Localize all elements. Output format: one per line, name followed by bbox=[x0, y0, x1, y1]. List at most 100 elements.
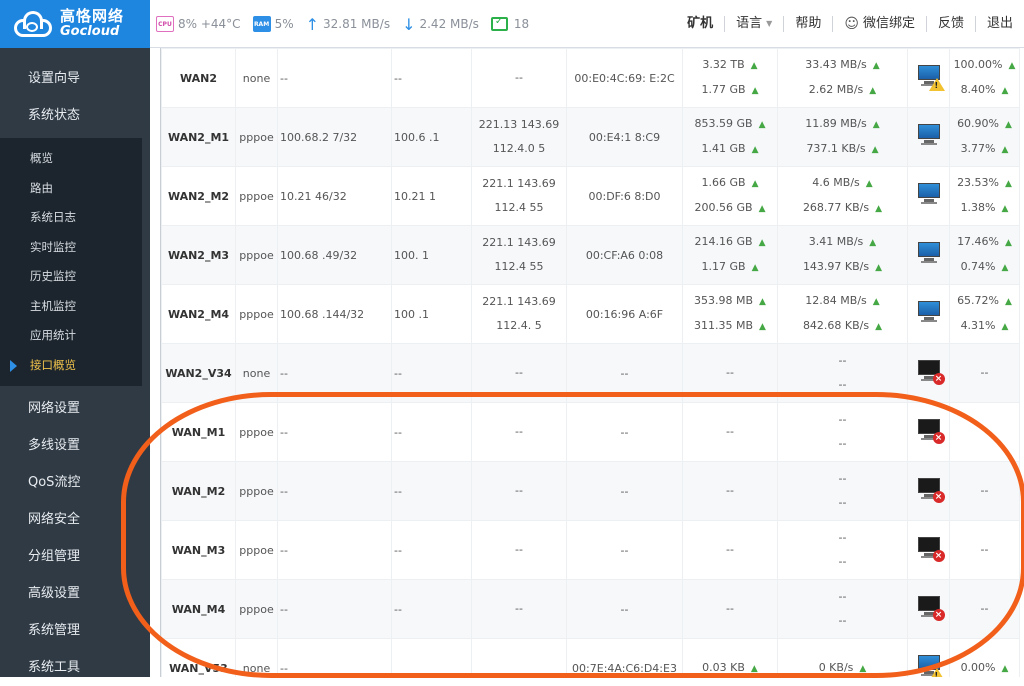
interface-name: WAN2_M4 bbox=[161, 284, 236, 344]
table-row[interactable]: WAN_M1 pppoe -- -- -- -- -- -- -- × bbox=[161, 402, 1020, 462]
traffic-total-cell: -- bbox=[682, 579, 778, 639]
table-row[interactable]: WAN_M3 pppoe -- -- -- -- -- -- -- × -- bbox=[161, 520, 1020, 580]
ram-value: 5% bbox=[274, 17, 294, 31]
dns-cell: -- bbox=[471, 579, 567, 639]
percent-cell: 100.00% ▲ 8.40% ▲ bbox=[949, 48, 1020, 108]
sidebar-item-system-management[interactable]: 系统管理 bbox=[0, 612, 150, 649]
up-arrow-icon: ▲ bbox=[1001, 86, 1009, 96]
up-arrow-icon: ▲ bbox=[859, 663, 867, 674]
percent-cell: -- bbox=[949, 461, 1020, 521]
up-arrow-icon: ▲ bbox=[872, 297, 880, 307]
up-arrow-icon: ▲ bbox=[1001, 663, 1009, 674]
up-arrow-icon: ▲ bbox=[750, 663, 758, 674]
sidebar-item-multiline[interactable]: 多线设置 bbox=[0, 427, 150, 464]
up-arrow-icon: ▲ bbox=[875, 204, 883, 214]
protocol-cell: none bbox=[235, 638, 278, 677]
nav-miner[interactable]: 矿机 bbox=[676, 16, 724, 32]
sidebar-item-network-security[interactable]: 网络安全 bbox=[0, 501, 150, 538]
percent-cell bbox=[949, 402, 1020, 462]
up-arrow-icon: ▲ bbox=[759, 297, 766, 307]
gateway-cell: 100.6 .1 bbox=[391, 107, 472, 167]
up-arrow-icon: ▲ bbox=[1001, 263, 1009, 273]
up-arrow-icon: ▲ bbox=[865, 179, 873, 189]
table-row[interactable]: WAN2 none -- -- -- 00:E0:4C:69: E:2C 3.3… bbox=[161, 48, 1020, 108]
download-arrow-icon: ↓ bbox=[402, 14, 416, 34]
table-row[interactable]: WAN_V53 none -- 00:7E:4A:C6:D4:E3 0.03 K… bbox=[161, 638, 1020, 677]
monitor-warning-icon bbox=[916, 654, 945, 677]
table-row[interactable]: WAN2_M3 pppoe 100.68 .49/32 100. 1 221.1… bbox=[161, 225, 1020, 285]
table-row[interactable]: WAN2_V34 none -- -- -- -- -- -- -- × -- bbox=[161, 343, 1020, 403]
traffic-rate-cell: 12.84 MB/s ▲ 842.68 KB/s ▲ bbox=[777, 284, 908, 344]
ip-cell: 100.68 .144/32 bbox=[277, 284, 392, 344]
traffic-rate-cell: -- -- bbox=[777, 579, 908, 639]
up-arrow-icon: ▲ bbox=[751, 179, 759, 189]
wechat-icon: ☺ bbox=[844, 16, 859, 32]
logo-text-en: Gocloud bbox=[60, 24, 120, 40]
up-arrow-icon: ▲ bbox=[759, 322, 766, 332]
sidebar-item-qos[interactable]: QoS流控 bbox=[0, 464, 150, 501]
table-row[interactable]: WAN2_M1 pppoe 100.68.2 7/32 100.6 .1 221… bbox=[161, 107, 1020, 167]
traffic-rate-cell: 33.43 MB/s ▲ 2.62 MB/s ▲ bbox=[777, 48, 908, 108]
nav-feedback[interactable]: 反馈 bbox=[925, 16, 975, 32]
traffic-total-cell: -- bbox=[682, 520, 778, 580]
upload-stat: ↑ 32.81 MB/s bbox=[306, 15, 390, 34]
cpu-stat: CPU 8% +44°C bbox=[156, 16, 241, 32]
table-row[interactable]: WAN_M4 pppoe -- -- -- -- -- -- -- × -- bbox=[161, 579, 1020, 639]
sidebar-item-system-tools[interactable]: 系统工具 bbox=[0, 649, 150, 686]
status-cell bbox=[907, 225, 950, 285]
status-cell: × bbox=[907, 579, 950, 639]
ip-cell: -- bbox=[277, 520, 392, 580]
sidebar-item-realtime-monitor[interactable]: 实时监控 bbox=[0, 233, 142, 263]
ip-cell: 10.21 46/32 bbox=[277, 166, 392, 226]
dns-cell: -- bbox=[471, 48, 567, 108]
sidebar-item-history-monitor[interactable]: 历史监控 bbox=[0, 262, 142, 292]
status-cell bbox=[907, 284, 950, 344]
monitor-online-icon bbox=[916, 300, 942, 325]
up-arrow-icon: ▲ bbox=[751, 145, 759, 155]
gateway-cell: 100 .1 bbox=[391, 284, 472, 344]
up-arrow-icon: ▲ bbox=[872, 120, 880, 130]
nav-wechat-bind[interactable]: ☺ 微信绑定 bbox=[832, 16, 926, 32]
up-arrow-icon: ▲ bbox=[1005, 297, 1012, 307]
nav-logout[interactable]: 退出 bbox=[974, 16, 1024, 32]
dns-cell: -- bbox=[471, 402, 567, 462]
dns-cell: 221.1 143.69 112.4 55 bbox=[471, 166, 567, 226]
interface-name: WAN2 bbox=[161, 48, 236, 108]
protocol-cell: pppoe bbox=[235, 225, 278, 285]
upload-arrow-icon: ↑ bbox=[305, 14, 320, 34]
sidebar-item-system-status[interactable]: 系统状态 bbox=[0, 97, 150, 134]
sidebar-item-group-management[interactable]: 分组管理 bbox=[0, 538, 150, 575]
interface-name: WAN_V53 bbox=[161, 638, 236, 677]
status-cell bbox=[907, 48, 950, 108]
sidebar-item-interface-overview[interactable]: 接口概览 bbox=[0, 351, 142, 381]
sidebar-item-app-stats[interactable]: 应用统计 bbox=[0, 321, 142, 351]
traffic-total-cell: 214.16 GB ▲ 1.17 GB ▲ bbox=[682, 225, 778, 285]
sidebar-item-setup-wizard[interactable]: 设置向导 bbox=[0, 60, 150, 97]
protocol-cell: none bbox=[235, 48, 278, 108]
sidebar-item-routes[interactable]: 路由 bbox=[0, 174, 142, 204]
up-arrow-icon: ▲ bbox=[758, 204, 766, 214]
ip-cell: -- bbox=[277, 638, 392, 677]
table-row[interactable]: WAN2_M4 pppoe 100.68 .144/32 100 .1 221.… bbox=[161, 284, 1020, 344]
mac-cell: 00:E0:4C:69: E:2C bbox=[566, 48, 683, 108]
nav-language[interactable]: 语言 ▼ bbox=[724, 16, 783, 32]
status-cell bbox=[907, 166, 950, 226]
table-row[interactable]: WAN_M2 pppoe -- -- -- -- -- -- -- × -- bbox=[161, 461, 1020, 521]
top-bar: 高恪网络 Gocloud CPU 8% +44°C RAM 5% ↑ 32.81… bbox=[0, 0, 1024, 48]
sidebar-item-advanced[interactable]: 高级设置 bbox=[0, 575, 150, 612]
sidebar-item-host-monitor[interactable]: 主机监控 bbox=[0, 292, 142, 322]
ip-cell: -- bbox=[277, 461, 392, 521]
monitor-offline-icon: × bbox=[916, 595, 945, 621]
up-arrow-icon: ▲ bbox=[1001, 322, 1009, 332]
sidebar-item-overview[interactable]: 概览 bbox=[0, 144, 142, 174]
monitor-offline-icon: × bbox=[916, 477, 945, 503]
status-cell: × bbox=[907, 461, 950, 521]
mac-cell: -- bbox=[566, 520, 683, 580]
sidebar-item-system-log[interactable]: 系统日志 bbox=[0, 203, 142, 233]
logo[interactable]: 高恪网络 Gocloud bbox=[0, 0, 150, 48]
dns-cell bbox=[471, 638, 567, 677]
sidebar-item-network-settings[interactable]: 网络设置 bbox=[0, 390, 150, 427]
nav-help[interactable]: 帮助 bbox=[783, 16, 832, 32]
monitor-online-icon bbox=[916, 241, 942, 266]
table-row[interactable]: WAN2_M2 pppoe 10.21 46/32 10.21 1 221.1 … bbox=[161, 166, 1020, 226]
